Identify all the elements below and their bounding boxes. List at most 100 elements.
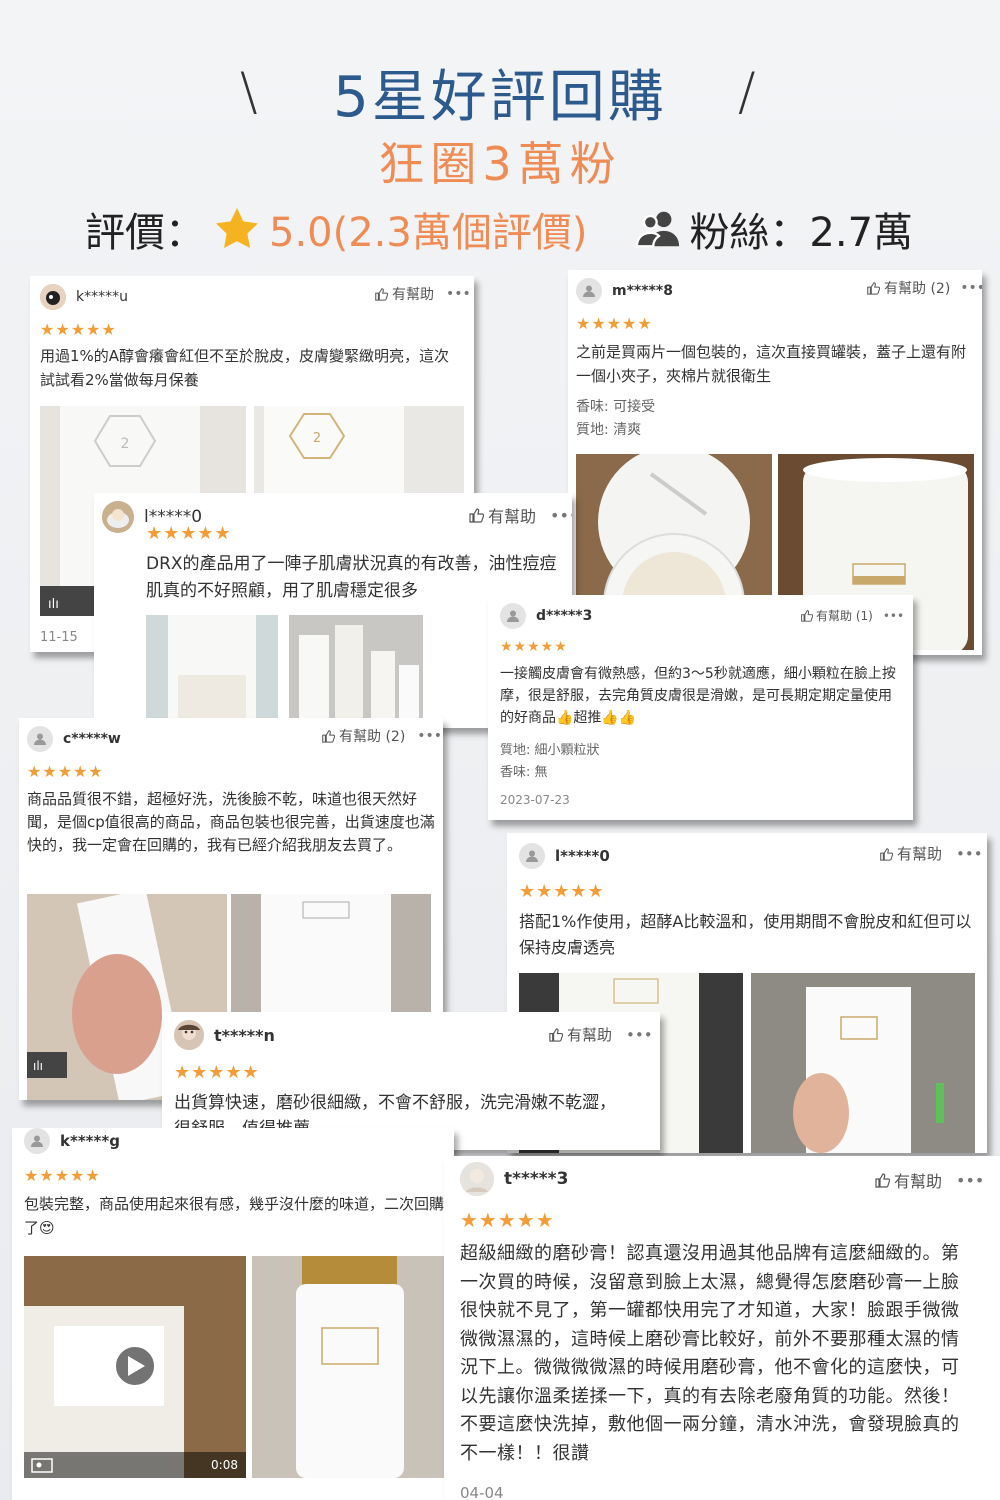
review-photo[interactable] [252,1256,448,1478]
helpful-label: 有幫助 [392,287,434,303]
star-rating: ★★★★★ [146,523,232,544]
thumb-up-icon [875,1173,890,1188]
review-header: t*****3 [460,1162,568,1196]
review-header: d*****3 [500,603,592,629]
helpful-button[interactable]: 有幫助 (2) ••• [321,726,442,746]
page-subtitle: 狂圈3萬粉 [378,137,622,191]
review-photo[interactable] [751,973,975,1153]
thumb-up-icon [549,1028,563,1042]
review-date: 04-04 [460,1484,504,1500]
review-texture: 質地: 細小顆粒狀 [500,743,600,758]
reviewer-name: t*****3 [504,1169,569,1189]
helpful-button[interactable]: 有幫助 ••• [374,284,471,304]
reviewer-name: t*****n [214,1025,275,1045]
review-header: k*****g [24,1128,120,1154]
star-rating: ★★★★★ [500,639,568,655]
rating-value: 5.0(2.3萬個評價) [269,210,588,256]
avatar [40,284,66,310]
more-options-icon[interactable]: ••• [417,728,442,744]
review-photo[interactable] [289,615,423,723]
fans-count: 粉絲：2.7萬 [689,210,914,256]
star-rating: ★★★★★ [27,762,104,781]
avatar [500,603,526,629]
reviewer-name: k*****g [60,1132,120,1150]
thumb-up-icon [469,508,484,523]
star-icon [216,208,258,248]
more-options-icon[interactable]: ••• [883,609,904,623]
reviewer-name: k*****u [76,289,128,305]
helpful-label: 有幫助 (2) [884,281,951,297]
svg-text:ılı: ılı [33,1059,43,1073]
rating-summary: 評價： 5.0(2.3萬個評價) 粉絲：2.7萬 [85,200,945,258]
reviewer-name: c*****w [63,731,121,747]
avatar [27,726,53,752]
review-texture: 質地: 清爽 [576,422,642,438]
review-text: 用過1%的A醇會癢會紅但不至於脫皮，皮膚變緊緻明亮，這次試試看2%當做每月保養 [40,347,450,389]
review-scent: 香味: 可接受 [576,399,656,415]
more-options-icon[interactable]: ••• [446,286,471,302]
more-options-icon[interactable]: ••• [960,280,982,296]
review-header: l*****0 [519,843,610,869]
page-title: 5星好評回購 [333,65,667,130]
review-video[interactable]: 0:08 [24,1256,246,1478]
helpful-label: 有幫助 [897,845,943,863]
helpful-label: 有幫助 [567,1026,613,1044]
reviewer-name: m*****8 [612,283,673,299]
decor-slash-right: / [738,62,756,122]
review-header: t*****n [174,1020,275,1050]
helpful-label: 有幫助 (2) [339,729,406,745]
review-card: k*****g ★★★★★ 包裝完整，商品使用起來很有感，幾乎沒什麼的味道，二次… [12,1128,454,1500]
avatar [576,278,602,304]
review-scent: 香味: 無 [500,765,548,780]
more-options-icon[interactable]: ••• [626,1026,653,1044]
helpful-button[interactable]: 有幫助 ••• [874,1168,984,1192]
review-text: 超級細緻的磨砂膏！認真還沒用過其他品牌有這麼細緻的。第一次買的時候，沒留意到臉上… [460,1243,960,1464]
helpful-button[interactable]: 有幫助 (2) ••• [866,278,982,298]
review-header: m*****8 [576,278,673,304]
video-duration: 0:08 [211,1458,238,1472]
review-text: 包裝完整，商品使用起來很有感，幾乎沒什麼的味道，二次回購了😍 [24,1195,445,1237]
thumb-up-icon [375,288,388,301]
review-header: k*****u [40,284,128,310]
review-text: 之前是買兩片一個包裝的，這次直接買罐裝，蓋子上還有附一個小夾子，夾棉片就很衛生 [576,343,967,385]
review-text: 一接觸皮膚會有微熱感，但約3～5秒就適應，細小顆粒在臉上按摩，很是舒服，去完角質… [500,666,896,726]
star-rating: ★★★★★ [576,314,653,333]
avatar [102,501,134,533]
star-rating: ★★★★★ [519,881,605,902]
more-options-icon[interactable]: ••• [550,506,572,525]
review-header: c*****w [27,726,121,752]
avatar [519,843,545,869]
star-rating: ★★★★★ [460,1208,555,1232]
thumb-up-icon [867,282,880,295]
thumb-up-icon [801,610,813,622]
star-rating: ★★★★★ [174,1062,260,1083]
reviewer-name: d*****3 [536,608,593,624]
star-rating: ★★★★★ [40,320,117,339]
review-date: 11-15 [40,630,78,645]
review-text: 搭配1%作使用，超酵A比較溫和，使用期間不會脫皮和紅但可以保持皮膚透亮 [519,912,972,957]
helpful-button[interactable]: 有幫助 ••• [548,1024,653,1045]
avatar [24,1128,50,1154]
thumb-up-icon [880,847,893,861]
helpful-label: 有幫助 [894,1172,943,1191]
review-card: d*****3 有幫助 (1) ••• ★★★★★ 一接觸皮膚會有微熱感，但約3… [488,595,913,820]
review-card: t*****3 有幫助 ••• ★★★★★ 超級細緻的磨砂膏！認真還沒用過其他品… [444,1156,1000,1500]
svg-text:2: 2 [313,431,321,446]
review-text: 商品品質很不錯，超極好洗，洗後臉不乾，味道也很天然好聞，是個cp值很高的商品，商… [27,790,435,854]
rating-label: 評價： [85,210,205,256]
helpful-button[interactable]: 有幫助 ••• [879,843,983,864]
svg-text:2: 2 [121,436,130,452]
more-options-icon[interactable]: ••• [956,845,983,863]
review-photo[interactable] [146,615,278,723]
review-date: 2023-07-23 [500,793,570,807]
helpful-label: 有幫助 (1) [816,609,873,623]
helpful-button[interactable]: 有幫助 (1) ••• [800,607,904,624]
helpful-label: 有幫助 [488,507,537,526]
more-options-icon[interactable]: ••• [956,1171,984,1190]
reviewer-name: l*****0 [555,847,610,865]
fans-icon [636,211,680,248]
helpful-button[interactable]: 有幫助 ••• [468,503,572,527]
header: \ 5星好評回購 / 狂圈3萬粉 評價： 5.0(2.3萬個評價) 粉絲：2.7… [0,0,1000,265]
star-rating: ★★★★★ [24,1166,101,1185]
avatar [460,1162,494,1196]
